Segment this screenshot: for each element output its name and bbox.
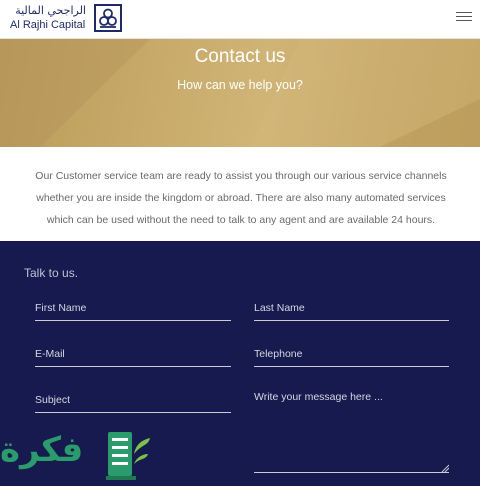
page-subtitle: How can we help you? (177, 78, 303, 92)
al-rajhi-logo-icon (94, 4, 122, 32)
last-name-input[interactable] (254, 296, 449, 320)
message-textarea[interactable] (254, 390, 449, 472)
site-header: الراجحي المالية Al Rajhi Capital (0, 0, 480, 39)
brand-name-arabic: الراجحي المالية (15, 4, 86, 17)
brand-name-english: Al Rajhi Capital (10, 19, 86, 31)
contact-page: الراجحي المالية Al Rajhi Capital Contact… (0, 0, 480, 486)
telephone-field-wrapper (254, 342, 449, 367)
email-input[interactable] (35, 342, 231, 366)
form-title: Talk to us. (24, 266, 79, 280)
first-name-field-wrapper (35, 296, 231, 321)
subject-field-wrapper (35, 388, 231, 413)
hamburger-menu-icon[interactable] (456, 12, 472, 26)
intro-section: Our Customer service team are ready to a… (0, 147, 480, 241)
subject-input[interactable] (35, 388, 231, 412)
lightbulb-book-icon (106, 432, 150, 480)
watermark-text: فكرة (0, 430, 84, 470)
email-field-wrapper (35, 342, 231, 367)
message-field-wrapper (254, 390, 449, 473)
resize-handle-icon[interactable] (441, 464, 449, 472)
brand[interactable]: الراجحي المالية Al Rajhi Capital (10, 4, 122, 34)
hero-banner: Contact us How can we help you? (0, 39, 480, 147)
page-title: Contact us (194, 46, 286, 67)
watermark: فكرة (0, 422, 160, 486)
telephone-input[interactable] (254, 342, 449, 366)
last-name-field-wrapper (254, 296, 449, 321)
first-name-input[interactable] (35, 296, 231, 320)
intro-text: Our Customer service team are ready to a… (35, 170, 447, 226)
